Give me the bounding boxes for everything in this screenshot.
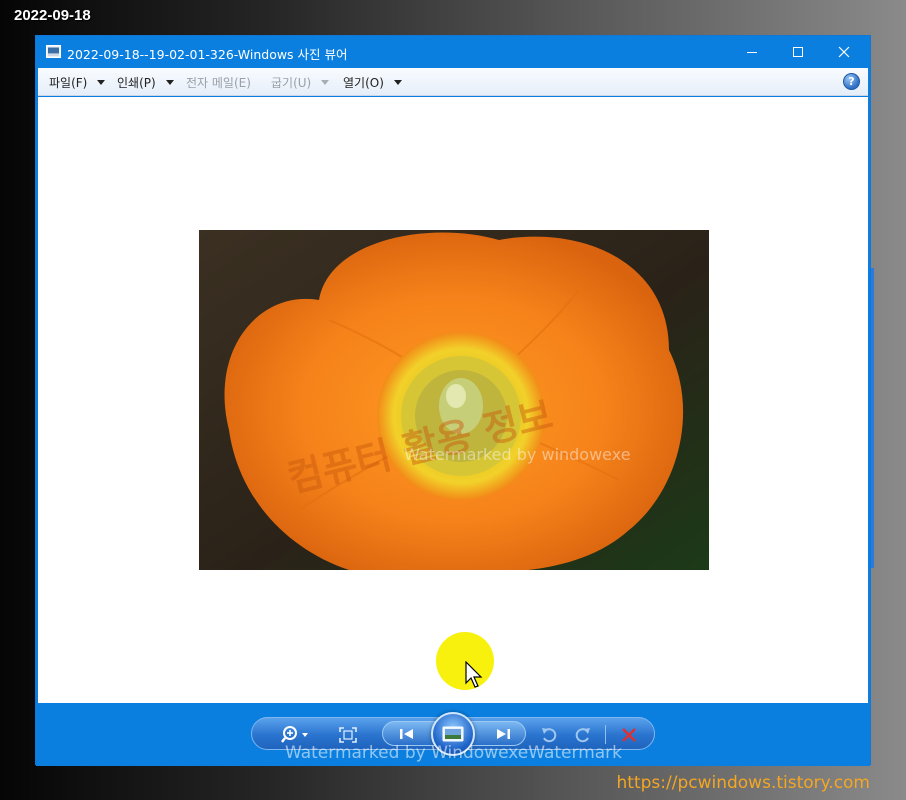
date-stamp: 2022-09-18 — [14, 7, 91, 24]
help-icon[interactable]: ? — [843, 73, 860, 90]
menu-open[interactable]: 열기(O) — [343, 68, 402, 96]
actual-size-button[interactable] — [338, 725, 358, 745]
rotate-right-button[interactable] — [572, 725, 594, 745]
maximize-icon — [793, 47, 803, 57]
chevron-down-icon — [393, 79, 402, 85]
zoom-button[interactable] — [280, 724, 312, 745]
menu-file-label: 파일(F) — [49, 75, 88, 90]
previous-button[interactable] — [393, 725, 421, 743]
watermark-text: Watermarked by WindowexeWatermark — [285, 743, 623, 763]
menu-burn-label: 굽기(U) — [271, 75, 312, 90]
minimize-button[interactable] — [729, 36, 775, 68]
chevron-down-icon — [165, 79, 174, 85]
next-icon — [497, 729, 510, 739]
rotate-left-icon — [542, 728, 557, 743]
window-title: 2022-09-18--19-02-01-326-Windows 사진 뷰어 — [67, 47, 348, 62]
image-viewer-area[interactable]: 컴퓨터 활용 정보 Watermarked by windowexe — [38, 97, 868, 703]
menu-print-label: 인쇄(P) — [117, 75, 156, 90]
control-separator — [605, 725, 606, 744]
delete-icon — [622, 728, 636, 742]
rotate-left-button[interactable] — [538, 725, 560, 745]
mouse-cursor-icon — [465, 661, 483, 688]
control-bar: Watermarked by WindowexeWatermark — [36, 703, 870, 766]
previous-icon — [400, 729, 413, 739]
menu-bar: 파일(F) 인쇄(P) 전자 메일(E) 굽기(U) 열기(O) ? — [38, 68, 868, 96]
chevron-down-icon — [321, 79, 330, 85]
menu-email[interactable]: 전자 메일(E) — [186, 68, 251, 96]
menu-print[interactable]: 인쇄(P) — [117, 68, 174, 96]
menu-open-label: 열기(O) — [343, 75, 384, 90]
title-bar[interactable]: 2022-09-18--19-02-01-326-Windows 사진 뷰어 — [36, 36, 870, 68]
close-button[interactable] — [821, 36, 867, 68]
menu-email-label: 전자 메일(E) — [186, 75, 251, 90]
photo-watermark-sub: Watermarked by windowexe — [404, 445, 631, 464]
minimize-icon — [747, 52, 757, 53]
displayed-photo: 컴퓨터 활용 정보 Watermarked by windowexe — [199, 230, 709, 570]
photo-viewer-app-icon — [46, 45, 61, 58]
background-window-edge — [871, 268, 874, 568]
next-button[interactable] — [489, 725, 517, 743]
source-url: https://pcwindows.tistory.com — [616, 773, 870, 793]
rotate-right-icon — [575, 728, 590, 743]
actual-size-icon — [339, 727, 357, 743]
menu-burn[interactable]: 굽기(U) — [271, 68, 330, 96]
menu-file[interactable]: 파일(F) — [49, 68, 106, 96]
poppy-photo-image: 컴퓨터 활용 정보 Watermarked by windowexe — [199, 230, 709, 570]
zoom-icon — [281, 725, 308, 743]
maximize-button[interactable] — [775, 36, 821, 68]
chevron-down-icon — [97, 79, 106, 85]
close-icon — [838, 46, 850, 58]
delete-button[interactable] — [618, 725, 640, 745]
